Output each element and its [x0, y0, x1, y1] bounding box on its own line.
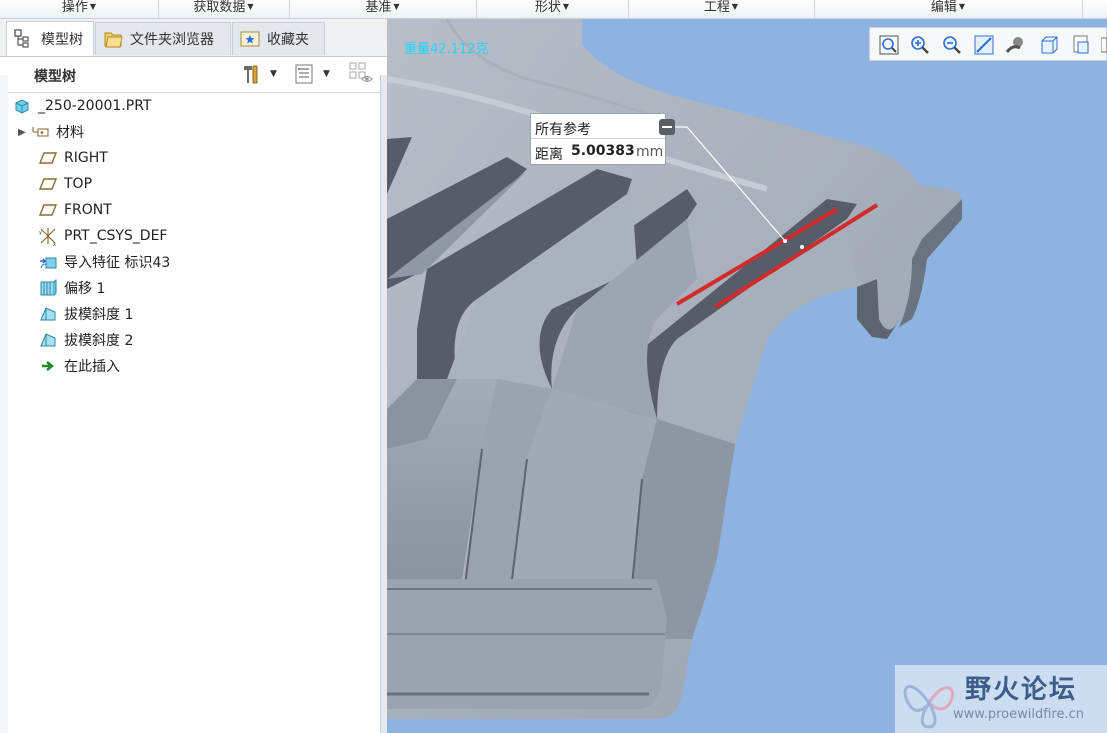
part-icon [12, 96, 32, 116]
collapse-callout-button[interactable] [659, 119, 675, 135]
list-options-icon [295, 64, 313, 84]
display-style-icon [1005, 37, 1023, 53]
model-tree-header: 模型树 ▼ ▼ [8, 57, 387, 93]
mass-readout: 重量42.112克 [404, 42, 489, 57]
repaint-icon [974, 35, 994, 55]
ribbon-group-bar: 操作 ▼ 获取数据 ▼ 基准 ▼ 形状 ▼ 工程 ▼ 编辑 ▼ [0, 0, 1107, 19]
tree-item-insert-here[interactable]: 在此插入 [38, 353, 408, 379]
datum-plane-icon [38, 148, 58, 168]
butterfly-logo-icon [903, 685, 954, 729]
dropdown-arrow-icon: ▼ [393, 2, 400, 11]
toolbar-overflow[interactable] [1100, 34, 1107, 56]
watermark-title: 野火论坛 [965, 675, 1078, 705]
display-style-button[interactable] [1005, 34, 1027, 56]
graphics-toolbar [869, 27, 1107, 61]
repaint-button[interactable] [973, 34, 995, 56]
dropdown-arrow-icon: ▼ [247, 2, 254, 11]
offset-icon [38, 278, 58, 298]
ribbon-group-editing[interactable]: 编辑 ▼ [814, 0, 1083, 18]
model-tree-icon [13, 28, 35, 50]
model-tree-title: 模型树 [34, 69, 76, 85]
named-views-icon [1041, 36, 1058, 54]
datum-plane-icon [38, 200, 58, 220]
expand-arrow-icon[interactable]: ▶ [18, 127, 30, 138]
tree-item-right[interactable]: RIGHT [38, 145, 408, 171]
dropdown-arrow-icon: ▼ [270, 69, 277, 79]
tab-favorites[interactable]: 收藏夹 [232, 22, 325, 55]
measure-callout[interactable]: 所有参考 距离 5.00383 mm [530, 113, 675, 165]
zoom-out-icon [943, 36, 961, 54]
graphics-window[interactable]: 重量42.112克 所有参考 距离 5.00383 mm 野火论坛 www.pr… [387, 19, 1107, 733]
refit-button[interactable] [878, 34, 900, 56]
svg-text:y: y [39, 230, 42, 236]
zoom-in-icon [911, 36, 929, 54]
tab-folder-browser[interactable]: 文件夹浏览器 [95, 22, 231, 55]
measure-unit: mm [636, 144, 664, 160]
tree-item-material[interactable]: ▶ 材料 [18, 119, 388, 145]
tree-item-import-feature[interactable]: 导入特征 标识43 [38, 249, 408, 275]
panel-splitter[interactable] [380, 75, 387, 733]
tree-item-offset[interactable]: 偏移 1 [38, 275, 408, 301]
dropdown-arrow-icon: ▼ [562, 2, 570, 11]
material-icon [30, 122, 50, 142]
dropdown-arrow-icon: ▼ [89, 2, 97, 11]
favorites-folder-icon [239, 28, 261, 50]
folder-browser-icon [102, 28, 124, 50]
model-tree: _250-20001.PRT ▶ 材料 RIGHT TOP FRONT y x … [8, 93, 384, 733]
dropdown-arrow-icon: ▼ [958, 2, 966, 11]
navigator-panel: 模型树 文件夹浏览器 收藏夹 模型树 ▼ ▼ _250-20001.PRT ▶ … [0, 19, 387, 733]
tree-item-part[interactable]: _250-20001.PRT [12, 93, 382, 119]
measure-header: 所有参考 [535, 122, 591, 138]
measure-value: 5.00383 [571, 143, 635, 159]
saved-orientations-button[interactable] [1038, 34, 1060, 56]
tab-model-tree[interactable]: 模型树 [6, 21, 94, 56]
settings-tools-button[interactable]: ▼ [240, 62, 277, 86]
ribbon-group-shapes[interactable]: 形状 ▼ [476, 0, 629, 18]
view-manager-button[interactable] [1070, 34, 1092, 56]
datum-plane-icon [38, 174, 58, 194]
dropdown-arrow-icon: ▼ [731, 2, 739, 11]
tree-scroll-track[interactable] [0, 75, 8, 733]
show-options-button[interactable]: ▼ [293, 62, 330, 86]
zoom-in-button[interactable] [909, 34, 931, 56]
part-model-render[interactable] [387, 19, 1107, 733]
view-manager-icon [1073, 35, 1089, 54]
overflow-icon [1100, 37, 1107, 53]
forum-watermark: 野火论坛 www.proewildfire.cn [895, 665, 1107, 733]
ribbon-group-engineering[interactable]: 工程 ▼ [628, 0, 815, 18]
tree-item-front[interactable]: FRONT [38, 197, 408, 223]
measure-label: 距离 [535, 147, 563, 163]
tree-filter-icon [349, 62, 373, 82]
svg-text:x: x [53, 242, 56, 246]
draft-icon [38, 330, 58, 350]
tree-item-csys[interactable]: yx PRT_CSYS_DEF [38, 223, 408, 249]
dropdown-arrow-icon: ▼ [323, 69, 330, 79]
import-feature-icon [38, 252, 58, 272]
filter-tree-button[interactable] [348, 62, 374, 86]
tools-icon [244, 65, 258, 84]
zoom-out-button[interactable] [941, 34, 963, 56]
ribbon-group-get-data[interactable]: 获取数据 ▼ [158, 0, 290, 18]
tree-item-draft-1[interactable]: 拔模斜度 1 [38, 301, 408, 327]
tree-item-top[interactable]: TOP [38, 171, 408, 197]
minus-icon [659, 119, 675, 135]
callout-divider [531, 138, 665, 139]
navigator-tab-bar: 模型树 文件夹浏览器 收藏夹 [0, 19, 387, 57]
csys-icon: yx [38, 226, 58, 248]
tree-item-draft-2[interactable]: 拔模斜度 2 [38, 327, 408, 353]
watermark-url: www.proewildfire.cn [953, 707, 1084, 722]
insert-here-icon [38, 356, 58, 376]
zoom-fit-icon [879, 35, 899, 55]
ribbon-group-datum[interactable]: 基准 ▼ [289, 0, 477, 18]
draft-icon [38, 304, 58, 324]
ribbon-group-operations[interactable]: 操作 ▼ [0, 0, 159, 18]
